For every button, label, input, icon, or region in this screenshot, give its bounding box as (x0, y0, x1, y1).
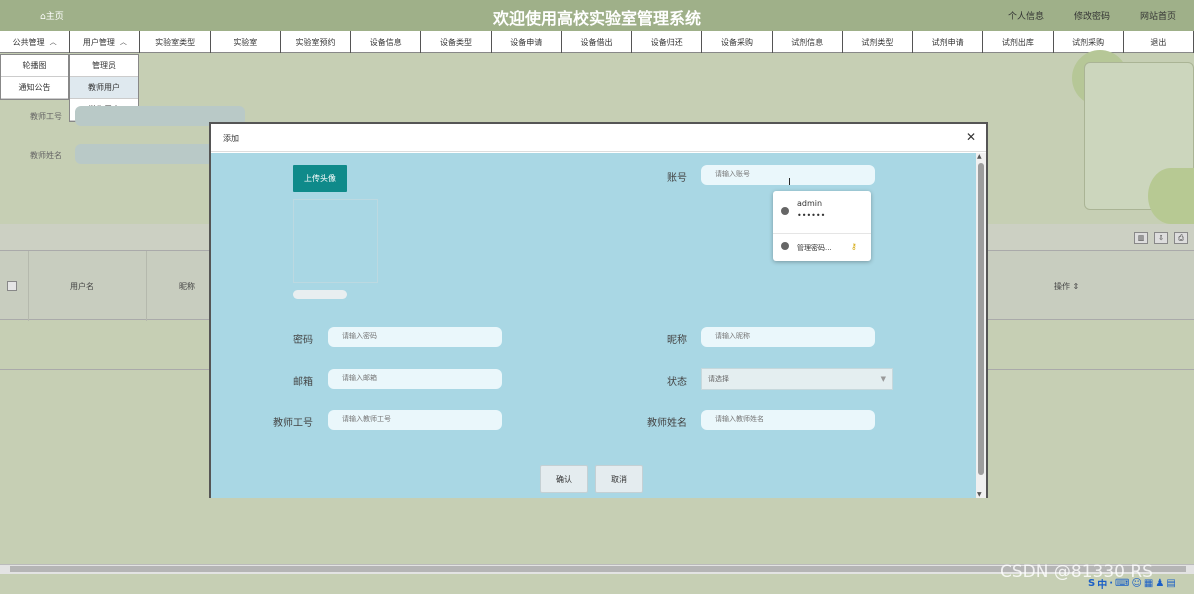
print-icon[interactable]: ⎙ (1174, 232, 1188, 244)
nav-lab-booking[interactable]: 实验室预约 (281, 31, 352, 53)
scroll-up-icon[interactable]: ▲ (977, 153, 982, 160)
modal-title: 添加 (223, 134, 239, 143)
site-home-link[interactable]: 网站首页 (1140, 9, 1176, 22)
teacher-id-input[interactable] (328, 410, 502, 430)
header-links: 个人信息 修改密码 网站首页 (1008, 9, 1176, 22)
text-cursor-icon: I (788, 177, 791, 188)
nav-device-purchase[interactable]: 设备采购 (702, 31, 773, 53)
nav-device-info[interactable]: 设备信息 (351, 31, 422, 53)
nav-lab-type[interactable]: 实验室类型 (140, 31, 211, 53)
status-select[interactable]: 请选择 ▼ (701, 368, 893, 390)
manage-passwords-link[interactable]: 管理密码... (797, 243, 832, 253)
nav-reagent-purchase[interactable]: 试剂采购 (1054, 31, 1124, 53)
email-label: 邮箱 (293, 377, 313, 388)
ime-logo-icon[interactable]: S (1088, 578, 1095, 589)
nav-user-management[interactable]: 用户管理 ︿ (70, 31, 141, 53)
chrome-icon (781, 242, 789, 250)
nav-logout[interactable]: 退出 (1124, 31, 1194, 53)
avatar-preview (293, 199, 378, 283)
nav-public-management[interactable]: 公共管理 ︿ (0, 31, 71, 53)
password-autofill-popup: admin •••••• 管理密码... ⚷ (773, 191, 871, 261)
scroll-down-icon[interactable]: ▼ (977, 491, 982, 498)
main-nav: 公共管理 ︿ 用户管理 ︿ 实验室类型 实验室 实验室预约 设备信息 设备类型 设备… (0, 31, 1194, 53)
cancel-button[interactable]: 取消 (595, 465, 643, 493)
column-nickname[interactable]: 昵称 (179, 281, 195, 292)
public-management-dropdown: 轮播图 通知公告 (0, 54, 69, 100)
nav-device-lend[interactable]: 设备借出 (562, 31, 633, 53)
globe-icon (781, 207, 789, 215)
nav-reagent-type[interactable]: 试剂类型 (843, 31, 914, 53)
teacher-name-input[interactable] (701, 410, 875, 430)
ime-toolbar: S 中 · ⌨ ☺ ▦ ♟ ▤ (1088, 575, 1194, 591)
nav-lab[interactable]: 实验室 (211, 31, 281, 53)
confirm-button[interactable]: 确认 (540, 465, 588, 493)
key-icon: ⚷ (851, 242, 857, 251)
autofill-password[interactable]: •••••• (797, 211, 825, 220)
close-icon[interactable]: ✕ (966, 130, 976, 144)
columns-icon[interactable]: ▥ (1134, 232, 1148, 244)
upload-avatar-button[interactable]: 上传头像 (293, 165, 347, 192)
add-user-modal: 添加 ✕ 上传头像 账号 I admin •••••• 管理密码... ⚷ 密码… (209, 122, 988, 498)
chevron-down-icon: ▼ (880, 375, 886, 383)
modal-header: 添加 ✕ (211, 124, 986, 152)
dropdown-item-teacher[interactable]: 教师用户 (70, 77, 138, 99)
profile-link[interactable]: 个人信息 (1008, 9, 1044, 22)
nav-reagent-apply[interactable]: 试剂申请 (913, 31, 984, 53)
column-actions[interactable]: 操作 ⇕ (1054, 281, 1079, 292)
upload-progress (293, 290, 347, 299)
nav-reagent-outbound[interactable]: 试剂出库 (983, 31, 1054, 53)
modal-scrollbar[interactable]: ▲ ▼ (976, 153, 986, 498)
ime-emoji-icon[interactable]: ☺ (1131, 578, 1141, 589)
password-label: 密码 (293, 335, 313, 346)
export-icon[interactable]: ⇩ (1154, 232, 1168, 244)
password-input[interactable] (328, 327, 502, 347)
nav-device-apply[interactable]: 设备申请 (492, 31, 562, 53)
nickname-label: 昵称 (667, 335, 687, 346)
status-label: 状态 (667, 377, 687, 388)
chevron-up-icon: ︿ (49, 38, 57, 46)
autofill-account[interactable]: admin (797, 199, 822, 208)
search-label-teacher-name: 教师姓名 (30, 151, 62, 160)
dropdown-item-carousel[interactable]: 轮播图 (1, 55, 68, 77)
search-label-teacher-id: 教师工号 (30, 112, 62, 121)
column-username[interactable]: 用户名 (70, 281, 94, 292)
table-tools: ▥ ⇩ ⎙ (1134, 232, 1188, 244)
app-header: ⌂主页 欢迎使用高校实验室管理系统 个人信息 修改密码 网站首页 (0, 0, 1194, 31)
ime-keyboard-icon[interactable]: ⌨ (1115, 578, 1129, 589)
modal-body: 上传头像 账号 I admin •••••• 管理密码... ⚷ 密码 昵称 邮… (211, 153, 977, 498)
teacher-id-label: 教师工号 (273, 418, 313, 429)
ime-grid-icon[interactable]: ▦ (1144, 578, 1153, 589)
ime-skin-icon[interactable]: ♟ (1155, 578, 1164, 589)
dropdown-item-notice[interactable]: 通知公告 (1, 77, 68, 99)
ime-chinese-icon[interactable]: 中 (1097, 576, 1107, 591)
nav-device-type[interactable]: 设备类型 (421, 31, 492, 53)
email-input[interactable] (328, 369, 502, 389)
nav-device-return[interactable]: 设备归还 (632, 31, 703, 53)
dropdown-item-admin[interactable]: 管理员 (70, 55, 138, 77)
chevron-up-icon: ︿ (119, 38, 127, 46)
ime-punct-icon[interactable]: · (1109, 578, 1113, 589)
decoration-blob (1148, 168, 1194, 224)
account-label: 账号 (667, 173, 687, 184)
teacher-name-label: 教师姓名 (647, 418, 687, 429)
nav-reagent-info[interactable]: 试剂信息 (773, 31, 843, 53)
nickname-input[interactable] (701, 327, 875, 347)
select-all-checkbox[interactable] (7, 281, 17, 291)
change-password-link[interactable]: 修改密码 (1074, 9, 1110, 22)
ime-menu-icon[interactable]: ▤ (1166, 578, 1175, 589)
